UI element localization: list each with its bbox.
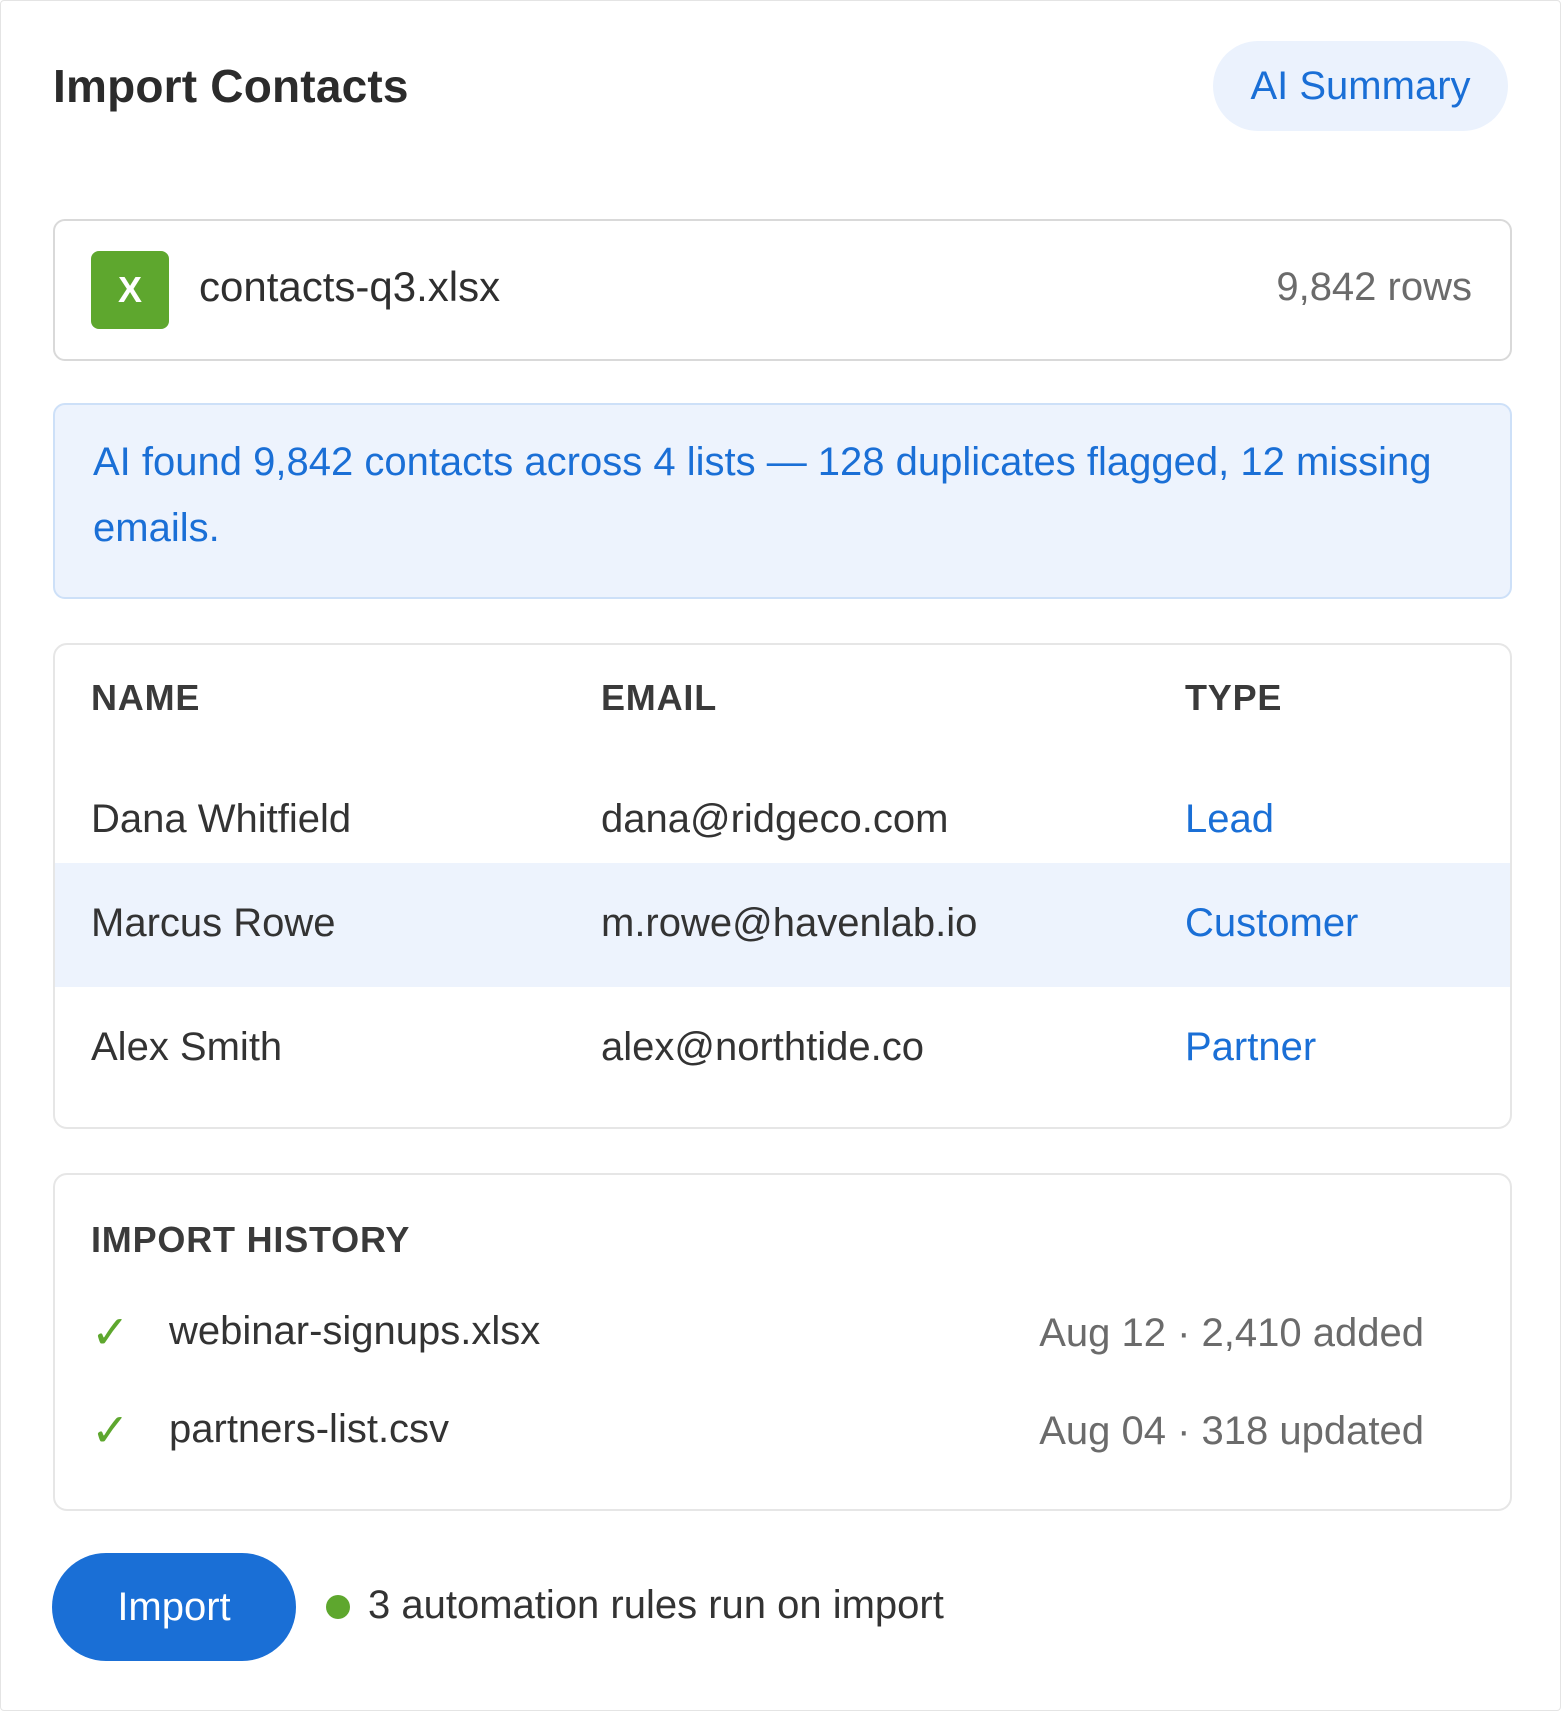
cell-name: Marcus Rowe xyxy=(91,901,336,945)
cell-email: m.rowe@havenlab.io xyxy=(601,901,978,945)
history-item[interactable]: ✓ webinar-signups.xlsx Aug 12 · 2,410 ad… xyxy=(91,1305,1424,1365)
ai-summary-text: AI found 9,842 contacts across 4 lists —… xyxy=(93,440,1432,550)
check-icon: ✓ xyxy=(91,1306,130,1358)
import-history: IMPORT HISTORY ✓ webinar-signups.xlsx Au… xyxy=(53,1173,1512,1511)
file-name: contacts-q3.xlsx xyxy=(199,263,501,310)
contacts-preview-table: NAME EMAIL TYPE Dana Whitfield dana@ridg… xyxy=(53,643,1512,1129)
table-header: NAME EMAIL TYPE xyxy=(55,645,1510,759)
cell-type: Partner xyxy=(1185,1025,1317,1069)
table-row[interactable]: Alex Smith alex@northtide.co Partner xyxy=(55,987,1510,1111)
automation-rules-text: 3 automation rules run on import xyxy=(368,1583,944,1627)
cell-email: alex@northtide.co xyxy=(601,1025,925,1069)
history-meta: Aug 12 · 2,410 added xyxy=(1039,1311,1424,1355)
page-title: Import Contacts xyxy=(53,60,409,112)
import-contacts-card: Import Contacts AI Summary X contacts-q3… xyxy=(0,0,1561,1711)
history-file-name: webinar-signups.xlsx xyxy=(169,1309,541,1353)
file-row-count: 9,842 rows xyxy=(1276,265,1472,309)
check-icon: ✓ xyxy=(91,1404,130,1456)
cell-name: Alex Smith xyxy=(91,1025,283,1069)
cell-type: Lead xyxy=(1185,797,1274,841)
column-header-email: EMAIL xyxy=(601,677,717,718)
status-dot-icon xyxy=(326,1595,350,1619)
import-history-title: IMPORT HISTORY xyxy=(91,1219,411,1260)
history-file-name: partners-list.csv xyxy=(169,1407,450,1451)
history-meta: Aug 04 · 318 updated xyxy=(1039,1409,1424,1453)
ai-summary-banner: AI found 9,842 contacts across 4 lists —… xyxy=(53,403,1512,599)
excel-file-icon: X xyxy=(91,251,169,329)
cell-type: Customer xyxy=(1185,901,1359,945)
table-row[interactable]: Marcus Rowe m.rowe@havenlab.io Customer xyxy=(55,863,1510,987)
selected-file[interactable]: X contacts-q3.xlsx 9,842 rows xyxy=(53,219,1512,361)
ai-summary-button[interactable]: AI Summary xyxy=(1213,41,1508,131)
history-item[interactable]: ✓ partners-list.csv Aug 04 · 318 updated xyxy=(91,1403,1424,1463)
header: Import Contacts AI Summary xyxy=(53,41,1508,131)
column-header-name: NAME xyxy=(91,677,201,718)
cell-name: Dana Whitfield xyxy=(91,797,352,841)
import-button[interactable]: Import xyxy=(52,1553,296,1661)
cell-email: dana@ridgeco.com xyxy=(601,797,949,841)
column-header-type: TYPE xyxy=(1185,677,1283,718)
